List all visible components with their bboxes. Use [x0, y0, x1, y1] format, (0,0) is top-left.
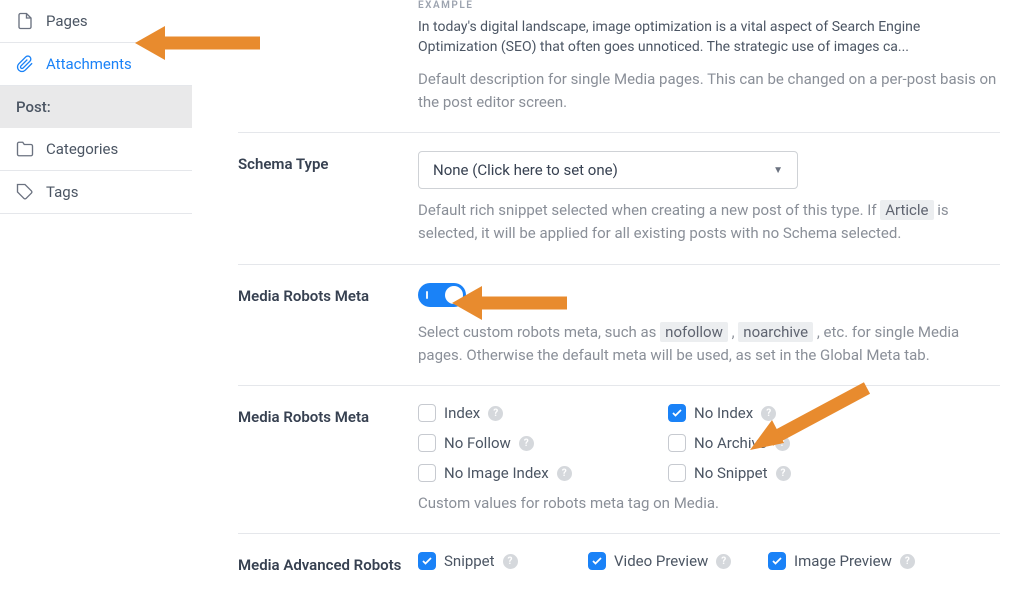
checkbox-index: Index ? [418, 404, 668, 422]
help-icon[interactable]: ? [488, 406, 503, 421]
checkbox-input[interactable] [418, 552, 436, 570]
help-icon[interactable]: ? [761, 406, 776, 421]
checkbox-label: No Index [694, 404, 753, 422]
help-icon[interactable]: ? [503, 554, 518, 569]
checkbox-noarchive: No Archive ? [668, 434, 918, 452]
robots-toggle-help: Select custom robots meta, such as nofol… [418, 321, 1000, 368]
checkbox-label: No Snippet [694, 464, 768, 482]
help-icon[interactable]: ? [776, 466, 791, 481]
sidebar-item-pages[interactable]: Pages [0, 0, 192, 43]
sidebar-item-label: Attachments [46, 55, 132, 73]
folder-icon [16, 140, 34, 158]
example-label: EXAMPLE [418, 0, 1000, 11]
page-icon [16, 12, 34, 30]
example-text: In today's digital landscape, image opti… [418, 17, 1000, 58]
checkbox-input[interactable] [768, 552, 786, 570]
checkbox-image-preview: Image Preview ? [768, 552, 938, 570]
attachment-icon [16, 55, 34, 73]
checkbox-noimageindex: No Image Index ? [418, 464, 668, 482]
chevron-down-icon: ▼ [773, 165, 783, 176]
checkbox-input[interactable] [668, 404, 686, 422]
checkbox-label: Image Preview [794, 552, 892, 570]
checkbox-input[interactable] [418, 434, 436, 452]
checkbox-label: Video Preview [614, 552, 708, 570]
checkbox-nosnippet: No Snippet ? [668, 464, 918, 482]
help-icon[interactable]: ? [519, 436, 534, 451]
robots-checks-help: Custom values for robots meta tag on Med… [418, 492, 1000, 515]
sidebar: Pages Attachments Post: Categories Tags [0, 0, 192, 611]
schema-type-label: Schema Type [238, 151, 418, 246]
checkbox-label: No Follow [444, 434, 511, 452]
tag-icon [16, 183, 34, 201]
sidebar-item-attachments[interactable]: Attachments [0, 43, 192, 86]
robots-checks-label: Media Robots Meta [238, 404, 418, 515]
help-icon[interactable]: ? [775, 436, 790, 451]
select-value: None (Click here to set one) [433, 161, 618, 179]
sidebar-item-label: Tags [46, 183, 78, 201]
advanced-robots-label: Media Advanced Robots [238, 552, 418, 574]
help-icon[interactable]: ? [716, 554, 731, 569]
checkbox-input[interactable] [668, 434, 686, 452]
help-icon[interactable]: ? [557, 466, 572, 481]
schema-help-text: Default rich snippet selected when creat… [418, 199, 1000, 246]
checkbox-nofollow: No Follow ? [418, 434, 668, 452]
sidebar-heading-post: Post: [0, 86, 192, 128]
description-help-text: Default description for single Media pag… [418, 68, 1000, 115]
checkbox-input[interactable] [588, 552, 606, 570]
checkbox-input[interactable] [418, 404, 436, 422]
row-label-empty [238, 0, 418, 114]
sidebar-item-label: Categories [46, 140, 118, 158]
schema-type-select[interactable]: None (Click here to set one) ▼ [418, 151, 798, 189]
main-content: EXAMPLE In today's digital landscape, im… [214, 0, 1024, 592]
checkbox-video-preview: Video Preview ? [588, 552, 768, 570]
checkbox-input[interactable] [668, 464, 686, 482]
sidebar-item-tags[interactable]: Tags [0, 171, 192, 214]
sidebar-item-label: Pages [46, 12, 88, 30]
robots-checkbox-grid: Index ? No Index ? No Follow ? No Archiv… [418, 404, 1000, 482]
robots-toggle-label: Media Robots Meta [238, 283, 418, 368]
checkbox-label: No Archive [694, 434, 767, 452]
checkbox-input[interactable] [418, 464, 436, 482]
checkbox-noindex: No Index ? [668, 404, 918, 422]
advanced-checkbox-grid: Snippet ? Video Preview ? Image Preview … [418, 552, 1000, 570]
checkbox-label: Snippet [444, 552, 495, 570]
checkbox-label: No Image Index [444, 464, 549, 482]
checkbox-label: Index [444, 404, 480, 422]
media-robots-toggle[interactable] [418, 283, 466, 307]
checkbox-snippet: Snippet ? [418, 552, 588, 570]
help-icon[interactable]: ? [900, 554, 915, 569]
sidebar-item-categories[interactable]: Categories [0, 128, 192, 171]
